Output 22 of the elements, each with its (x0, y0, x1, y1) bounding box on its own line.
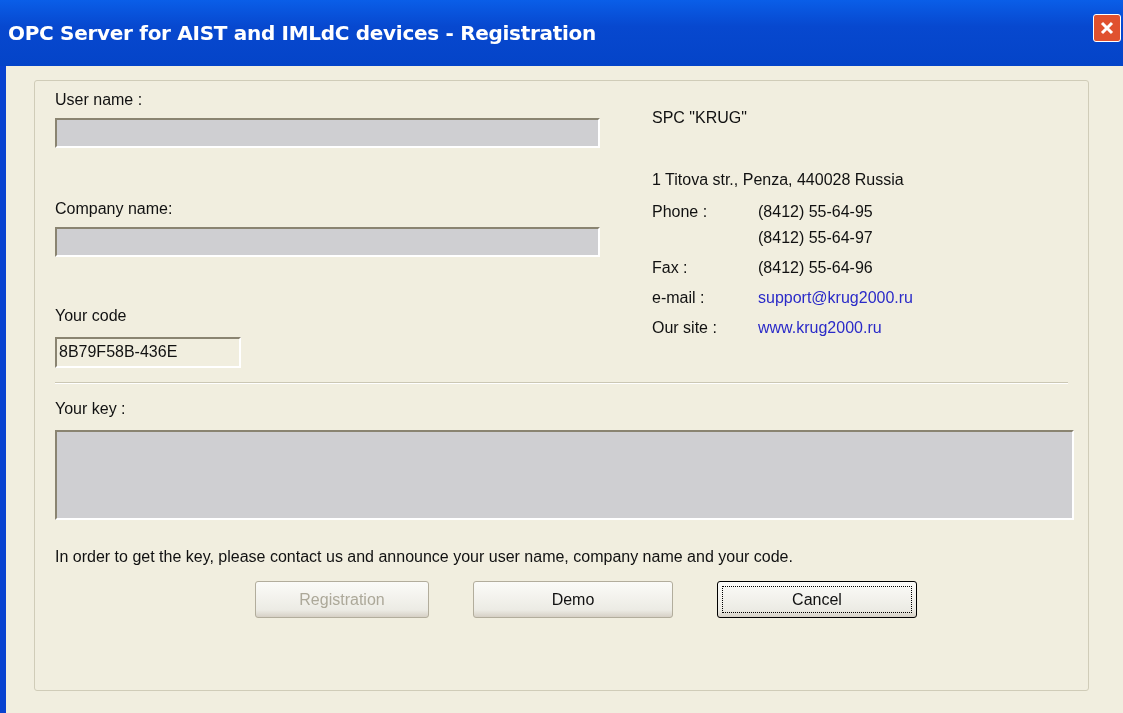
contact-value: (8412) 55-64-96 (758, 259, 873, 277)
contact-label: Fax : (652, 259, 689, 277)
code-field[interactable]: 8B79F58B-436E (55, 337, 241, 368)
dialog-button[interactable]: Demo (473, 581, 673, 618)
contact-link[interactable]: www.krug2000.ru (758, 319, 882, 337)
field-label: Your key : (55, 400, 127, 418)
company-name: SPC "KRUG" (652, 109, 748, 127)
field-label: Your code (55, 307, 128, 325)
close-button[interactable] (1093, 14, 1121, 42)
contact-link[interactable]: support@krug2000.ru (758, 289, 913, 307)
contact-value: (8412) 55-64-97 (758, 229, 873, 247)
company-address: 1 Titova str., Penza, 440028 Russia (652, 171, 905, 189)
contact-label: e-mail : (652, 289, 706, 307)
contact-label: Phone : (652, 203, 709, 222)
field-label: Company name: (55, 200, 174, 218)
contact-label: Our site : (652, 319, 718, 337)
field-label: User name : (55, 91, 144, 109)
dialog-button[interactable]: Cancel (717, 581, 917, 618)
window-title: OPC Server for AIST and IMLdC devices - Registration (8, 21, 596, 45)
close-icon (1100, 21, 1114, 35)
instruction-text: In order to get the key, please contact us and announce your user name, company name and your code. (55, 548, 794, 566)
contact-value: (8412) 55-64-95 (758, 203, 873, 221)
